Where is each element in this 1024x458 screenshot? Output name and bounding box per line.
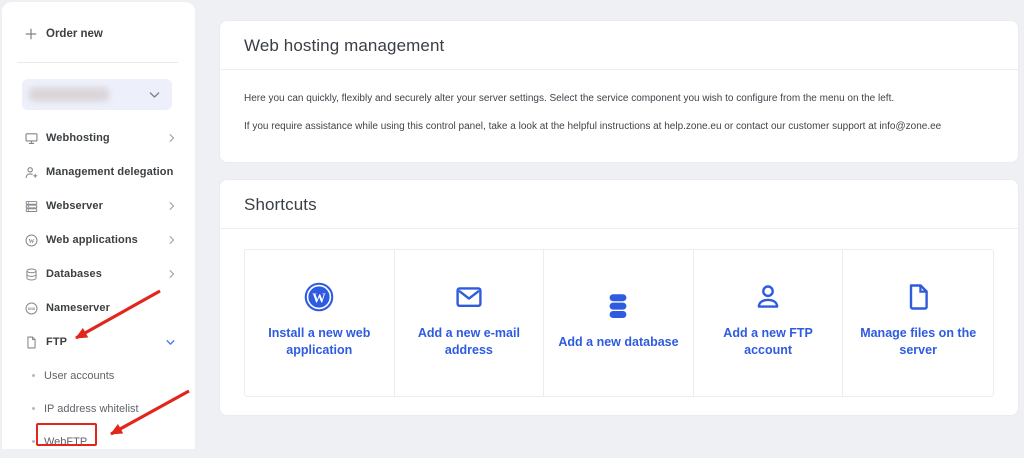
sidebar-item-label: Webhosting [46,132,110,144]
chevron-down-icon [149,91,160,99]
plus-icon [24,27,38,41]
sidebar-item-label: Management delegation [46,166,173,178]
chevron-right-icon [169,235,175,245]
card-header: Shortcuts [220,180,1018,229]
database-icon [24,267,39,282]
shortcut-label: Manage files on the server [851,325,985,359]
chevron-right-icon [169,201,175,211]
chevron-right-icon [169,269,175,279]
sidebar-subitem-label: WebFTP [44,436,87,448]
sidebar-item-ftp[interactable]: FTP [2,325,195,359]
web-hosting-management-card: Web hosting management Here you can quic… [219,20,1019,163]
sidebar-item-user-accounts[interactable]: User accounts [2,359,195,392]
file-icon [902,281,934,313]
shortcut-install-web-application[interactable]: W Install a new web application [245,250,395,396]
shortcuts-grid: W Install a new web application Add a ne… [244,249,994,397]
card-header: Web hosting management [220,21,1018,70]
person-icon [752,281,784,313]
page-title: Web hosting management [244,36,994,56]
account-selector[interactable] [22,79,172,110]
sidebar-item-webftp[interactable]: WebFTP [2,425,195,458]
sidebar-item-nameserver[interactable]: DNS Nameserver [2,291,195,325]
shortcuts-body: W Install a new web application Add a ne… [220,229,1018,415]
wordpress-icon: W [24,233,39,248]
sidebar-item-databases[interactable]: Databases [2,257,195,291]
bullet-icon [32,407,35,410]
sidebar-item-web-applications[interactable]: W Web applications [2,223,195,257]
ftp-submenu: User accounts IP address whitelist WebFT… [2,359,195,458]
shortcut-manage-files[interactable]: Manage files on the server [843,250,993,396]
envelope-icon [453,281,485,313]
sidebar-item-webhosting[interactable]: Webhosting [2,121,195,155]
sidebar-item-label: Web applications [46,234,138,246]
intro-paragraph: Here you can quickly, flexibly and secur… [244,90,994,107]
shortcuts-card: Shortcuts W Install a new web applicatio… [219,179,1019,416]
file-icon [24,335,39,350]
order-new-button[interactable]: Order new [24,20,103,48]
bullet-icon [32,374,35,377]
sidebar-item-label: FTP [46,336,67,348]
sidebar-subitem-label: IP address whitelist [44,403,139,415]
chevron-down-icon [166,339,175,346]
sidebar-item-label: Nameserver [46,302,110,314]
sidebar-menu: Webhosting Management delegation Webserv… [2,121,195,359]
redacted-account-name [28,87,110,102]
sidebar-subitem-label: User accounts [44,370,114,382]
wordpress-icon: W [303,281,335,313]
shortcut-label: Add a new e-mail address [402,325,536,359]
shortcut-add-ftp-account[interactable]: Add a new FTP account [694,250,844,396]
server-icon [24,199,39,214]
main-content: Web hosting management Here you can quic… [219,0,1019,416]
intro-paragraph: If you require assistance while using th… [244,118,994,135]
order-new-label: Order new [46,28,103,40]
sidebar: Order new Webhosting Management delegati… [2,2,195,449]
sidebar-item-label: Webserver [46,200,103,212]
sidebar-item-label: Databases [46,268,102,280]
svg-text:DNS: DNS [28,306,36,310]
shortcut-label: Install a new web application [252,325,386,359]
sidebar-item-ip-address-whitelist[interactable]: IP address whitelist [2,392,195,425]
svg-text:W: W [313,290,327,305]
svg-text:W: W [29,238,35,244]
chevron-right-icon [169,133,175,143]
monitor-icon [24,131,39,146]
intro-text: Here you can quickly, flexibly and secur… [220,70,1018,162]
dns-icon: DNS [24,301,39,316]
shortcuts-title: Shortcuts [244,195,994,215]
person-plus-icon [24,165,39,180]
shortcut-label: Add a new FTP account [701,325,835,359]
database-icon [602,290,634,322]
sidebar-item-management-delegation[interactable]: Management delegation [2,155,195,189]
bullet-icon [32,440,35,443]
sidebar-divider [17,62,178,63]
sidebar-item-webserver[interactable]: Webserver [2,189,195,223]
shortcut-add-email-address[interactable]: Add a new e-mail address [395,250,545,396]
shortcut-label: Add a new database [558,334,678,351]
shortcut-add-database[interactable]: Add a new database [544,250,694,396]
